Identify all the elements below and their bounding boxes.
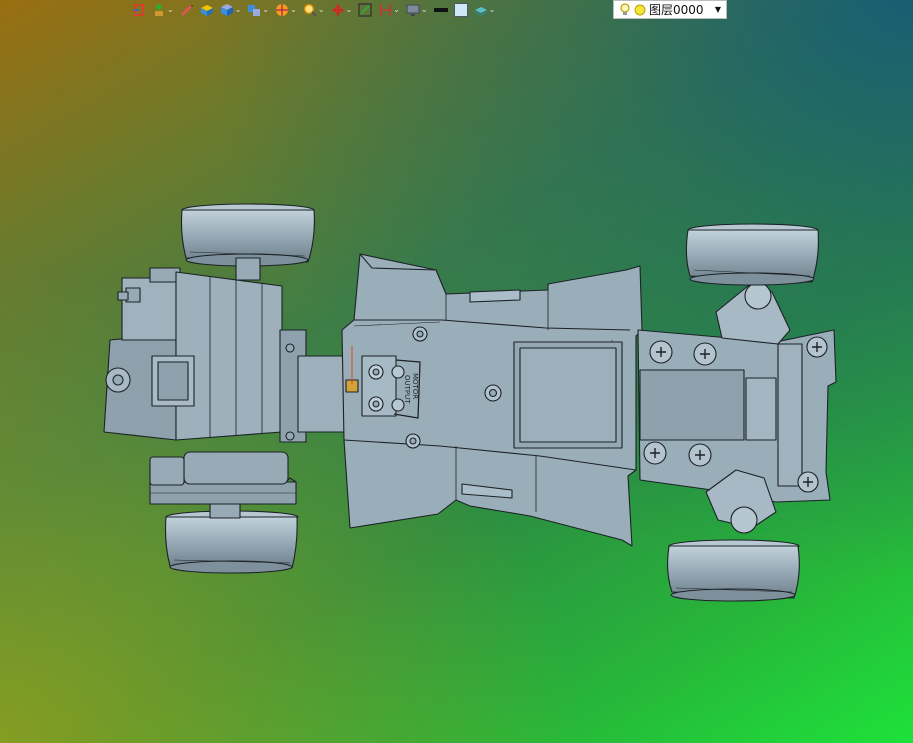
motor-label: MOTOR bbox=[411, 373, 419, 399]
rear-axle-stub-lower bbox=[209, 503, 241, 519]
model-viewport[interactable]: MOTOR OUTPUT bbox=[0, 0, 913, 743]
front-right-wheel[interactable] bbox=[666, 539, 800, 602]
output-label: OUTPUT bbox=[403, 375, 411, 404]
pinion-housing bbox=[149, 456, 185, 486]
motor-gearbox[interactable] bbox=[103, 267, 307, 443]
front-suspension[interactable] bbox=[637, 282, 837, 534]
rear-axle-stub bbox=[235, 257, 261, 281]
rear-left-wheel[interactable] bbox=[180, 203, 315, 267]
gear-hub bbox=[183, 451, 289, 485]
front-left-wheel[interactable] bbox=[685, 223, 819, 286]
rear-right-wheel[interactable] bbox=[164, 510, 299, 574]
